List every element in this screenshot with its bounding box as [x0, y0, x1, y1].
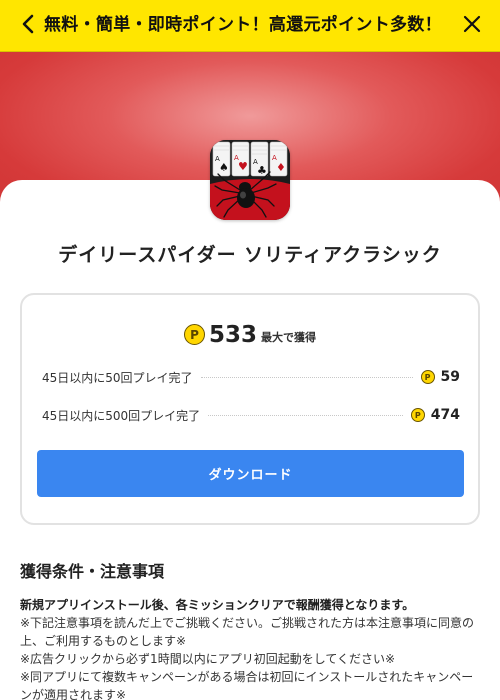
max-points-value: 533	[208, 322, 257, 348]
dotted-leader	[208, 414, 403, 416]
conditions-note: ※広告クリックから必ず1時間以内にアプリ初回起動をしてください※	[20, 652, 396, 666]
back-button[interactable]	[14, 12, 42, 40]
download-button[interactable]: ダウンロード	[37, 450, 464, 497]
conditions-note: ※下記注意事項を読んだ上でご挑戦ください。ご挑戦された方は本注意事項に同意の上、…	[20, 616, 475, 648]
app-title: デイリースパイダー ソリティアクラシック	[58, 244, 442, 266]
point-coin-icon: P	[410, 408, 425, 422]
svg-text:♠: ♠	[219, 161, 229, 174]
mission-label: 45日以内に50回プレイ完了	[42, 370, 193, 385]
point-coin-icon: P	[183, 324, 205, 345]
header-title: 無料・簡単・即時ポイント！高還元ポイント多数！	[44, 15, 442, 35]
svg-text:♣: ♣	[257, 164, 267, 177]
close-button[interactable]	[458, 12, 486, 40]
max-points-row: P 533 最大で獲得	[22, 323, 478, 347]
mission-row: 45日以内に50回プレイ完了 P 59	[42, 367, 460, 387]
conditions-lead: 新規アプリインストール後、各ミッションクリアで報酬獲得となります。	[20, 598, 415, 612]
spider-solitaire-app-icon: A ♠ A ♥ A ♣ A ♦	[210, 140, 290, 220]
max-points-label: 最大で獲得	[261, 331, 316, 344]
mission-points: 474	[430, 407, 460, 423]
conditions-heading: 獲得条件・注意事項	[20, 562, 165, 581]
svg-text:♥: ♥	[238, 160, 248, 173]
dotted-leader	[200, 376, 413, 378]
reward-card: P 533 最大で獲得 45日以内に50回プレイ完了 P 59 45日以内に50…	[20, 293, 480, 525]
mission-row: 45日以内に500回プレイ完了 P 474	[42, 405, 460, 425]
mission-label: 45日以内に500回プレイ完了	[42, 408, 201, 423]
conditions-body: 新規アプリインストール後、各ミッションクリアで報酬獲得となります。 ※下記注意事…	[20, 596, 480, 700]
svg-text:♦: ♦	[276, 161, 286, 174]
mission-points: 59	[440, 369, 460, 385]
top-bar: 無料・簡単・即時ポイント！高還元ポイント多数！	[0, 0, 500, 52]
chevron-left-icon	[20, 14, 36, 38]
conditions-note: ※同アプリにて複数キャンペーンがある場合は初回にインストールされたキャンペーンが…	[20, 670, 474, 700]
point-coin-icon: P	[420, 370, 435, 384]
close-icon	[463, 15, 481, 37]
